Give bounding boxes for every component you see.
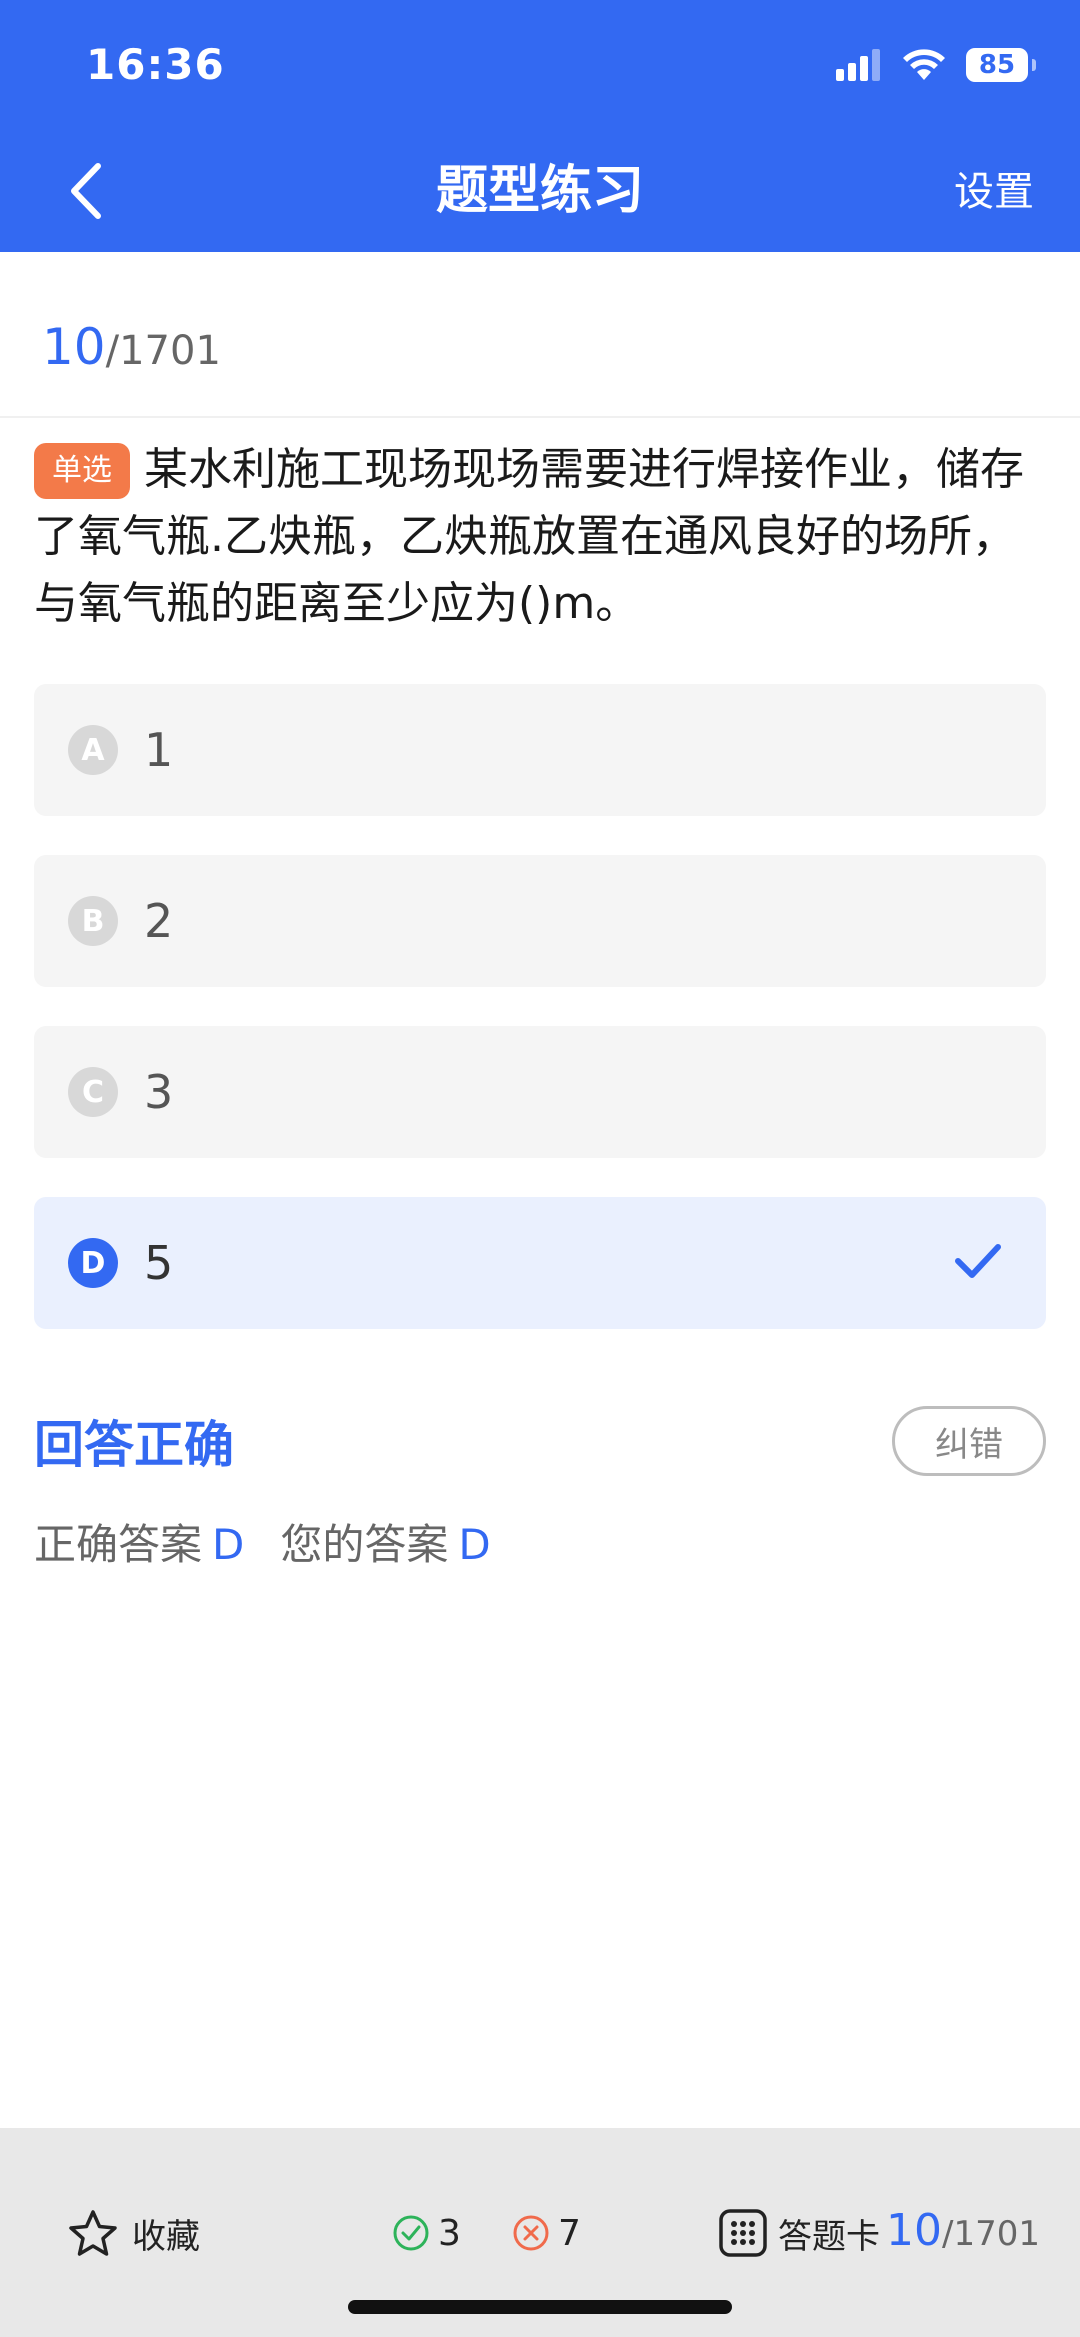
your-answer-value: D [458, 1520, 491, 1569]
option-d[interactable]: D 5 [34, 1197, 1046, 1329]
header: 16:36 85 题型练习 设置 [0, 0, 1080, 252]
option-text: 3 [144, 1065, 174, 1119]
question-progress: 10/1701 [42, 318, 221, 376]
question-stem: 单选 某水利施工现场现场需要进行焊接作业，储存了氧气瓶.乙炔瓶，乙炔瓶放置在通风良… [34, 436, 1046, 637]
favorite-label: 收藏 [132, 2216, 200, 2257]
answer-summary: 正确答案 D 您的答案 D [34, 1515, 491, 1575]
progress-total: /1701 [105, 328, 221, 374]
favorite-button[interactable]: 收藏 [68, 2200, 200, 2266]
grid-icon [719, 2209, 767, 2257]
answer-card-button[interactable]: 答题卡 [718, 2200, 880, 2266]
result-title: 回答正确 [34, 1416, 234, 1474]
star-icon [69, 2210, 117, 2256]
status-icons: 85 [836, 48, 1036, 82]
wrong-count: 7 [512, 2200, 581, 2266]
correct-answer-value: D [212, 1520, 245, 1569]
question-text: 某水利施工现场现场需要进行焊接作业，储存了氧气瓶.乙炔瓶，乙炔瓶放置在通风良好的… [34, 444, 1024, 629]
battery-icon: 85 [966, 48, 1036, 82]
option-letter: D [68, 1238, 118, 1288]
correct-count-value: 3 [438, 2212, 461, 2254]
progress-current: 10 [42, 318, 106, 376]
option-b[interactable]: B 2 [34, 855, 1046, 987]
report-error-button[interactable]: 纠错 [892, 1406, 1046, 1476]
question-type-badge: 单选 [34, 443, 130, 499]
your-answer-label: 您的答案 [280, 1520, 449, 1569]
option-letter: A [68, 725, 118, 775]
bottom-progress-total: /1701 [942, 2214, 1040, 2254]
option-a[interactable]: A 1 [34, 684, 1046, 816]
wrong-count-value: 7 [558, 2212, 581, 2254]
option-c[interactable]: C 3 [34, 1026, 1046, 1158]
settings-button[interactable]: 设置 [954, 162, 1034, 222]
option-text: 5 [144, 1236, 174, 1290]
option-letter: C [68, 1067, 118, 1117]
check-icon [954, 1241, 1002, 1285]
home-indicator [348, 2300, 732, 2314]
wifi-icon [902, 48, 946, 82]
check-circle-icon [393, 2215, 429, 2251]
option-text: 2 [144, 894, 174, 948]
status-time: 16:36 [86, 40, 225, 89]
bottom-progress-current: 10 [886, 2205, 943, 2256]
x-circle-icon [513, 2215, 549, 2251]
answer-card-label: 答题卡 [778, 2216, 880, 2257]
signal-icon [836, 49, 882, 81]
correct-count: 3 [392, 2200, 461, 2266]
option-letter: B [68, 896, 118, 946]
page-title: 题型练习 [435, 161, 644, 221]
bottom-progress: 10/1701 [886, 2196, 1040, 2269]
option-text: 1 [144, 723, 174, 777]
divider [0, 416, 1080, 418]
correct-answer-label: 正确答案 [34, 1520, 203, 1569]
